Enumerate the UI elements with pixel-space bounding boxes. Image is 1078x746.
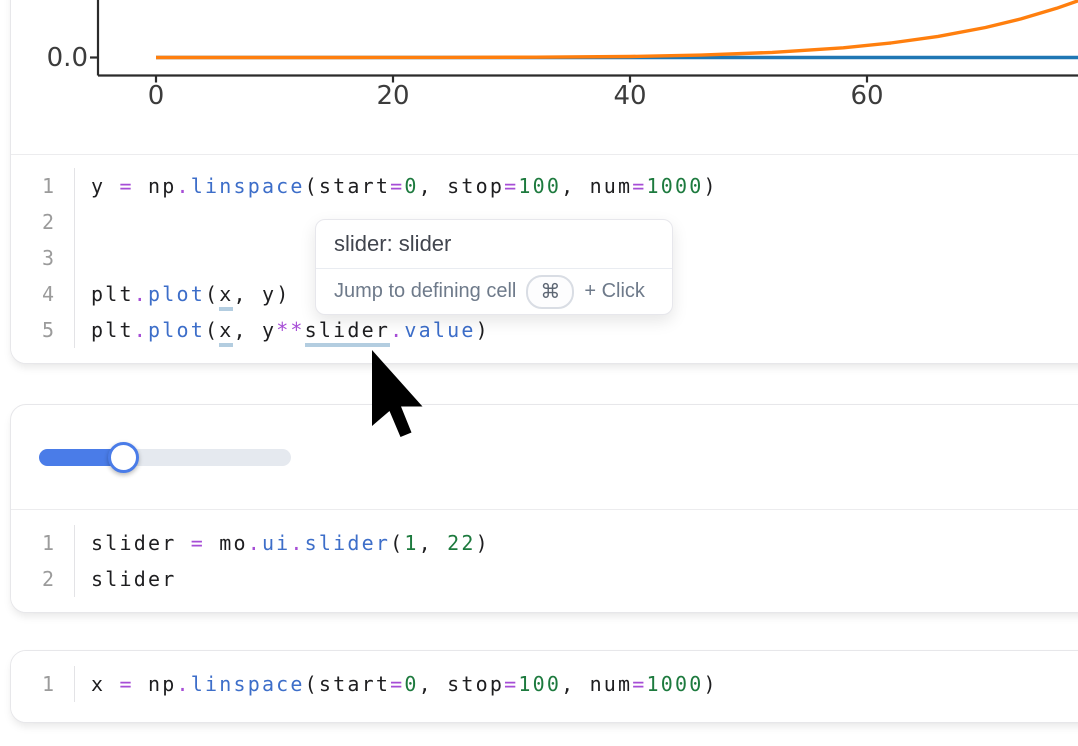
tooltip-title: slider: slider [316,220,672,269]
line-number: 5 [11,312,75,348]
plot-output: 0 20 40 60 0.0 [11,0,1078,154]
line-number: 1 [11,666,75,702]
code-line[interactable]: 5plt.plot(x, y**slider.value) [11,312,1078,348]
code-text: plt.plot(x, y**slider.value) [75,312,490,348]
svg-text:0: 0 [147,81,164,111]
mouse-cursor-icon [372,350,424,438]
notebook-stage: 02040600.0 1y = np.linspace(start=0, sto… [0,0,1078,746]
svg-text:0.0: 0.0 [46,43,87,73]
svg-text:20: 20 [376,81,409,111]
command-key-icon: ⌘ [526,275,574,309]
line-number: 3 [11,240,75,276]
code-text [75,204,91,240]
code-text: plt.plot(x, y) [75,276,290,312]
matplotlib-chart: 0 20 40 60 0.0 [10,0,1078,155]
cell-slider: 1slider = mo.ui.slider(1, 22)2slider [10,404,1078,613]
cell-x: 1x = np.linspace(start=0, stop=100, num=… [10,650,1078,723]
slider-widget[interactable] [39,441,339,481]
code-line[interactable]: 1x = np.linspace(start=0, stop=100, num=… [11,666,1078,702]
code-text: slider [75,561,176,597]
code-editor-x[interactable]: 1x = np.linspace(start=0, stop=100, num=… [11,651,1078,722]
line-number: 2 [11,561,75,597]
slider-output [11,405,1078,509]
line-number: 2 [11,204,75,240]
line-number: 1 [11,168,75,204]
code-line[interactable]: 1y = np.linspace(start=0, stop=100, num=… [11,168,1078,204]
line-number: 4 [11,276,75,312]
code-text: y = np.linspace(start=0, stop=100, num=1… [75,168,718,204]
code-line[interactable]: 1slider = mo.ui.slider(1, 22) [11,525,1078,561]
line-number: 1 [11,525,75,561]
slider-handle[interactable] [108,442,139,473]
code-line[interactable]: 2slider [11,561,1078,597]
code-text: slider = mo.ui.slider(1, 22) [75,525,490,561]
svg-text:60: 60 [850,81,883,111]
tooltip-action-label: Jump to defining cell [334,280,516,303]
svg-text:40: 40 [613,81,646,111]
variable-tooltip: slider: slider Jump to defining cell ⌘ +… [315,219,673,315]
code-editor-slider[interactable]: 1slider = mo.ui.slider(1, 22)2slider [11,509,1078,612]
code-text: x = np.linspace(start=0, stop=100, num=1… [75,666,718,702]
tooltip-shortcut-suffix: + Click [584,280,645,303]
code-text [75,240,91,276]
